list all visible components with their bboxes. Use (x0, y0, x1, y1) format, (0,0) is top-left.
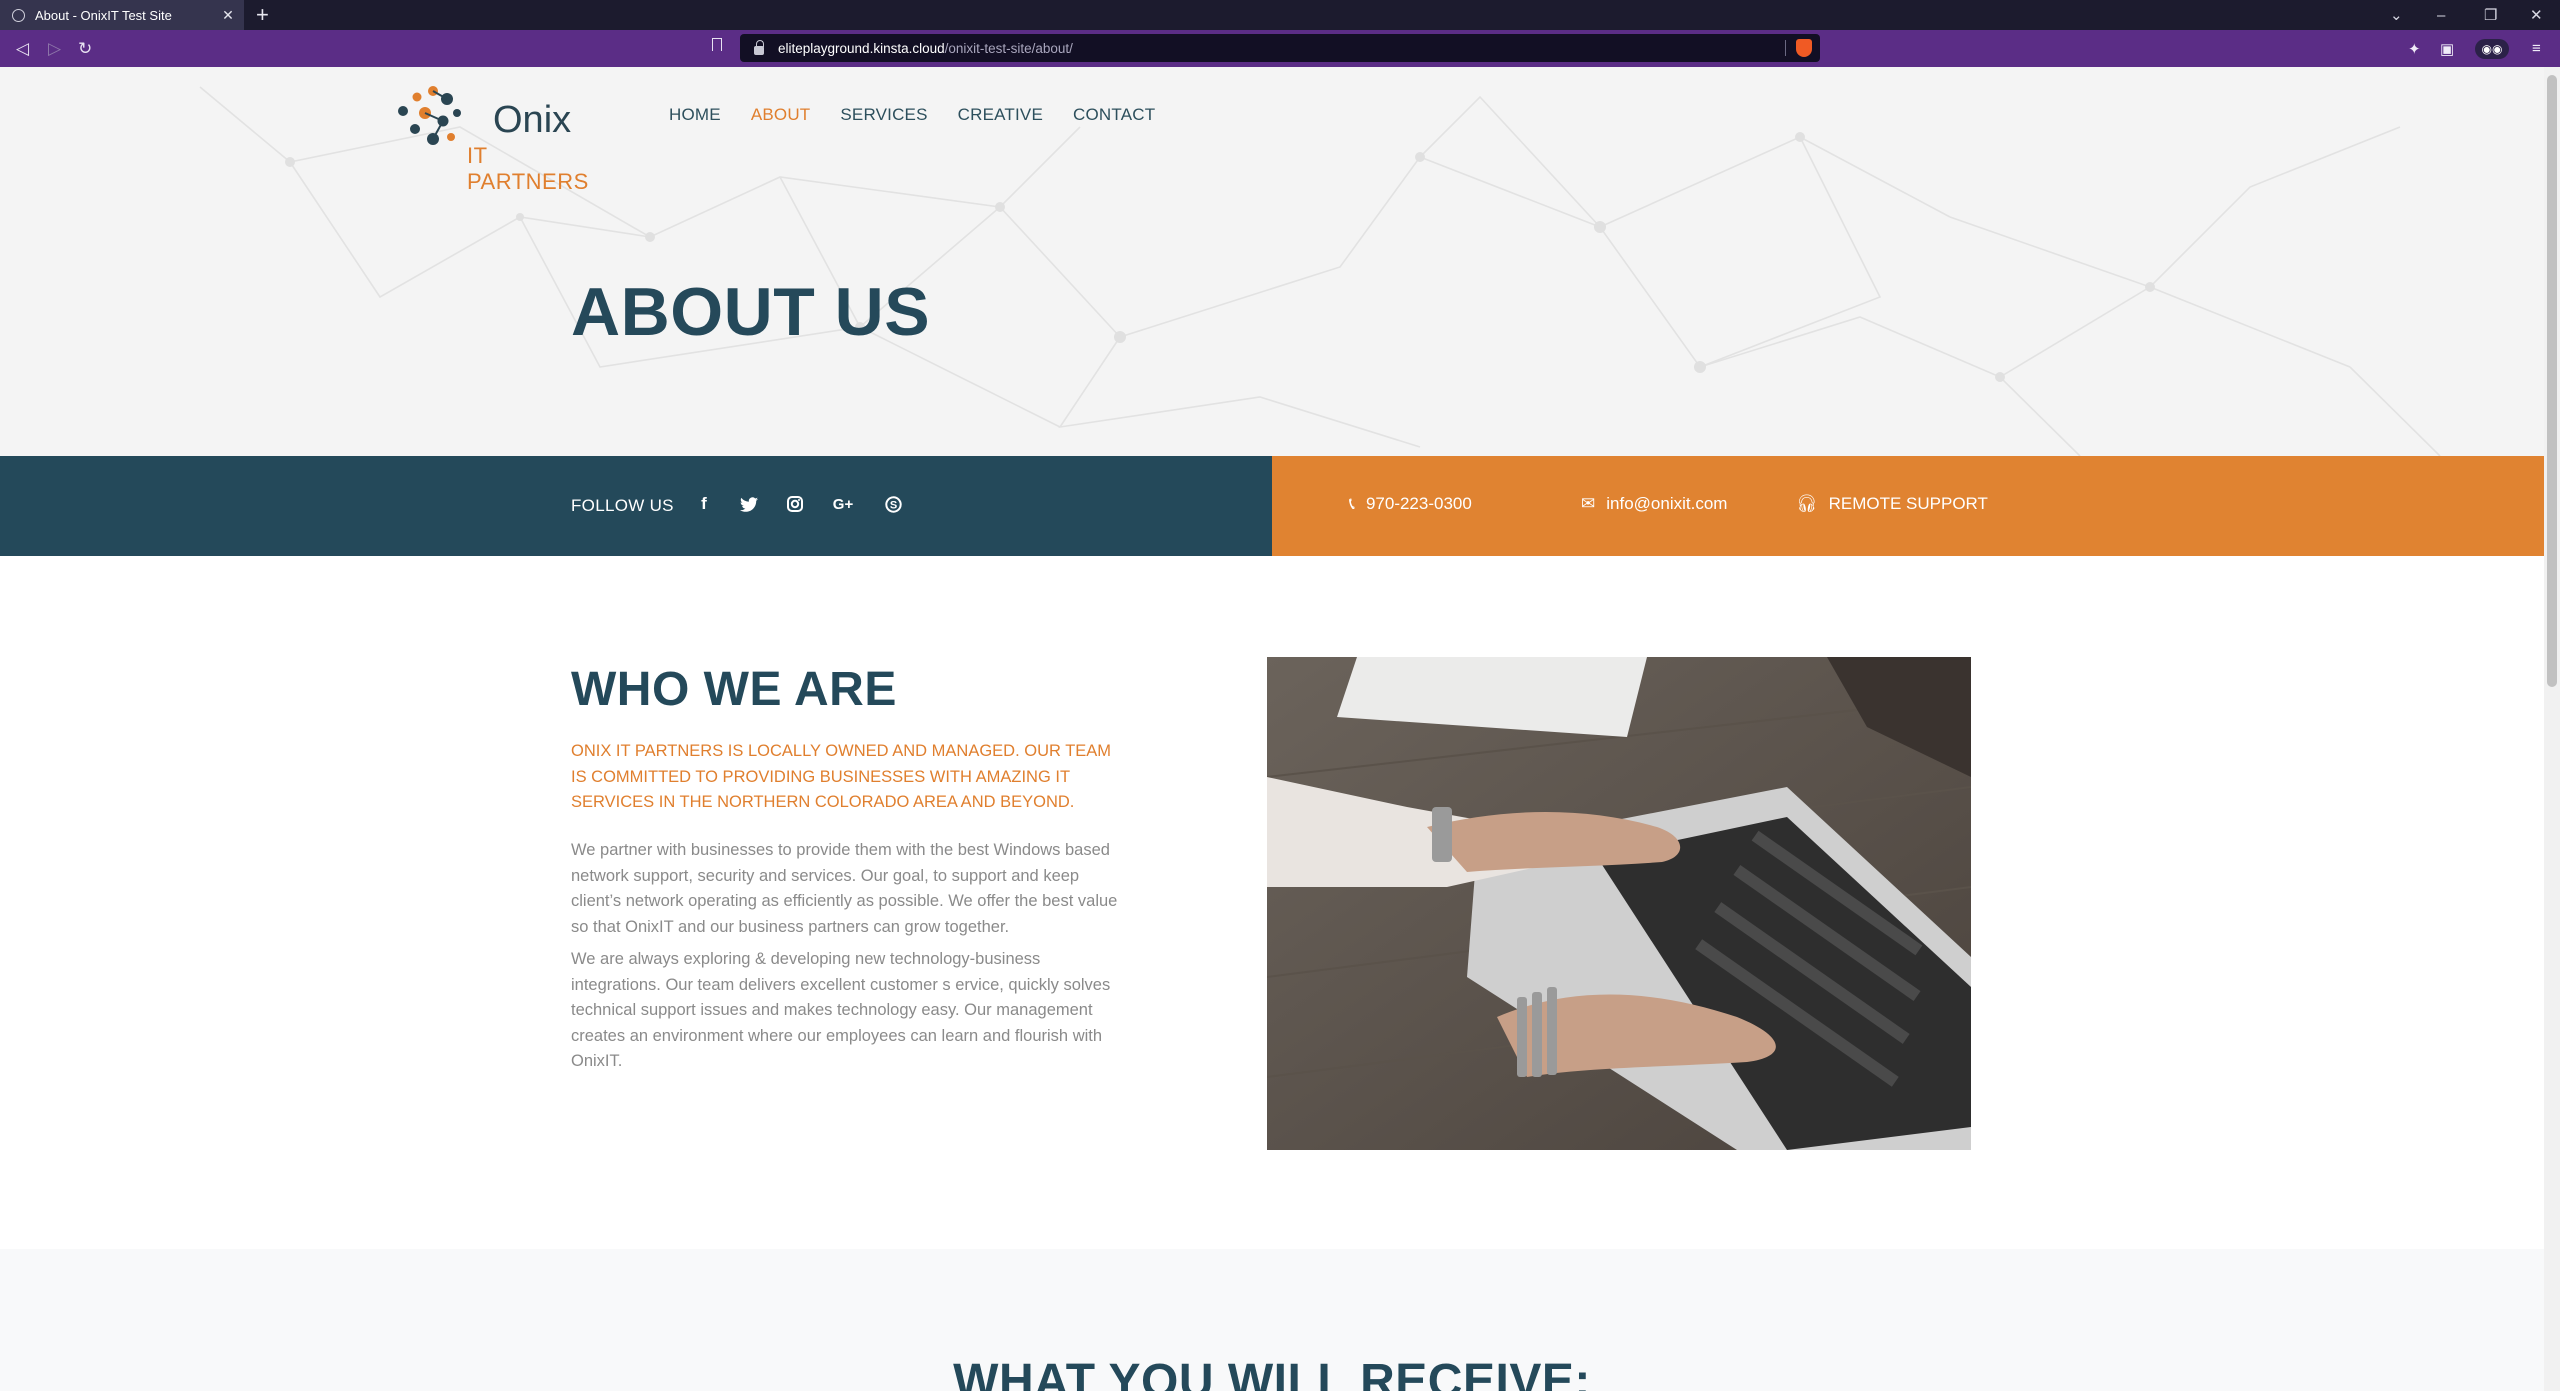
url-host: eliteplayground.kinsta.cloud (778, 40, 945, 56)
logo-word-onix: Onix (493, 99, 572, 141)
svg-text:S: S (889, 499, 896, 511)
instagram-icon[interactable] (781, 490, 809, 518)
bookmark-icon[interactable] (712, 38, 722, 51)
email-address: info@onixit.com (1606, 494, 1728, 513)
laptop-typing-photo (1267, 657, 1971, 1150)
globe-icon (12, 8, 25, 22)
network-background-graphic (199, 86, 2441, 456)
logo-dots-mark (398, 86, 461, 145)
reload-button[interactable]: ↻ (78, 30, 92, 67)
back-button[interactable]: ◁ (16, 30, 29, 67)
close-window-button[interactable]: ✕ (2530, 0, 2543, 30)
what-you-will-receive-heading: WHAT YOU WILL RECEIVE: (953, 1355, 1591, 1391)
url-path: /onixit-test-site/about/ (944, 40, 1073, 56)
who-we-are-lead: ONIX IT PARTNERS IS LOCALLY OWNED AND MA… (571, 742, 1112, 811)
brave-shield-icon[interactable] (1796, 39, 1812, 57)
nav-item-about[interactable]: ABOUT (751, 105, 811, 125)
browser-tab-bar: About - OnixIT Test Site ✕ + ⌄ – ❐ ✕ (0, 0, 2560, 30)
logo-word-it-partners: IT PARTNERS (467, 143, 589, 194)
google-plus-icon[interactable]: G+ (829, 490, 857, 518)
browser-tab[interactable]: About - OnixIT Test Site ✕ (0, 0, 244, 30)
skype-icon[interactable]: S (879, 490, 907, 518)
lock-icon (754, 39, 764, 55)
remote-support-label: REMOTE SUPPORT (1828, 494, 1988, 513)
main-nav: HOME ABOUT SERVICES CREATIVE CONTACT (669, 105, 1185, 125)
extensions-puzzle-icon[interactable]: ✦ (2408, 30, 2421, 67)
minimize-button[interactable]: – (2437, 0, 2445, 30)
nav-item-home[interactable]: HOME (669, 105, 721, 125)
sidebar-toggle-icon[interactable]: ▣ (2440, 30, 2454, 67)
forward-button[interactable]: ▷ (48, 30, 61, 67)
scrollbar-thumb[interactable] (2547, 75, 2557, 687)
phone-icon: 📞︎ (1349, 494, 1355, 513)
twitter-icon[interactable] (735, 490, 763, 518)
laptop-photo-illustration (1267, 657, 1971, 1150)
new-tab-button[interactable]: + (256, 2, 269, 28)
facebook-icon[interactable]: f (690, 490, 718, 518)
who-we-are-paragraph-1: We partner with businesses to provide th… (571, 841, 1118, 936)
phone-number: 970-223-0300 (1365, 494, 1472, 513)
page-title: ABOUT US (571, 274, 931, 350)
follow-us-label: FOLLOW US (571, 496, 674, 515)
phone-contact[interactable]: 📞︎ 970-223-0300 (1349, 490, 1472, 518)
nav-item-creative[interactable]: CREATIVE (958, 105, 1043, 125)
web-page: Onix IT PARTNERS HOME ABOUT SERVICES CRE… (0, 67, 2544, 1391)
restore-button[interactable]: ❐ (2484, 0, 2497, 30)
remote-support-link[interactable]: 🎧︎ REMOTE SUPPORT (1796, 490, 1988, 518)
menu-icon[interactable]: ≡ (2532, 30, 2541, 67)
onix-logo[interactable]: Onix IT PARTNERS (395, 83, 615, 194)
hero-section: Onix IT PARTNERS HOME ABOUT SERVICES CRE… (0, 67, 2544, 456)
headset-icon: 🎧︎ (1796, 494, 1818, 513)
nav-item-services[interactable]: SERVICES (840, 105, 927, 125)
address-bar[interactable]: eliteplayground.kinsta.cloud/onixit-test… (740, 34, 1820, 62)
who-we-are-heading: WHO WE ARE (571, 663, 897, 716)
nav-item-contact[interactable]: CONTACT (1073, 105, 1155, 125)
who-we-are-paragraph-2: We are always exploring & developing new… (571, 950, 1111, 1070)
wallet-glasses-icon[interactable]: ◉◉ (2475, 39, 2509, 59)
page-scrollbar[interactable] (2544, 67, 2560, 1391)
email-contact[interactable]: ✉ info@onixit.com (1581, 490, 1727, 518)
tab-close-icon[interactable]: ✕ (218, 7, 238, 24)
tab-list-chevron-icon[interactable]: ⌄ (2390, 0, 2403, 30)
tab-title: About - OnixIT Test Site (35, 7, 172, 23)
url-separator (1785, 40, 1786, 56)
envelope-icon: ✉ (1581, 494, 1596, 513)
